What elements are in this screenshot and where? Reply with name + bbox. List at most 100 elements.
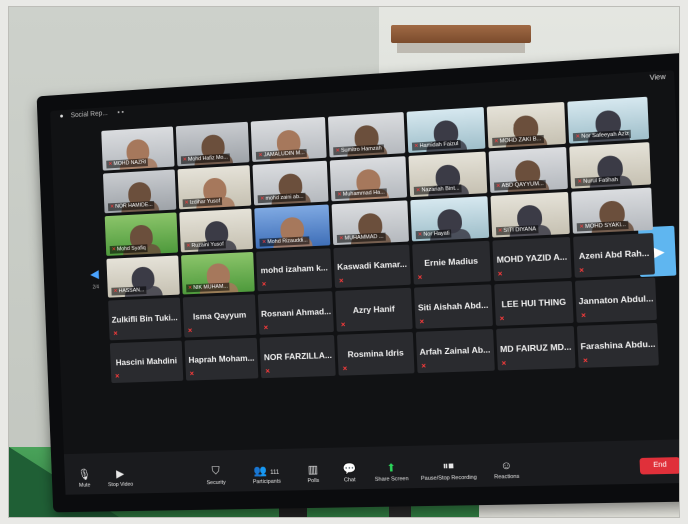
participant-video-tile[interactable]: ✕Hamidah Faizul (406, 106, 485, 153)
muted-mic-icon: ✕ (501, 361, 507, 368)
security-button[interactable]: ⛉ Security (206, 465, 226, 486)
participant-name: NOR FARZILLA... (263, 349, 333, 362)
participant-video-tile[interactable]: ✕NIK MUHAM... (180, 251, 256, 295)
muted-mic-icon: ✕ (413, 143, 419, 150)
participant-name: MOHD YAZID A... (496, 251, 568, 265)
participant-name-tile[interactable]: Isma Qayyum ✕ (182, 294, 257, 338)
participant-name: Arfah Zainal Ab... (419, 344, 491, 357)
participant-name-tile[interactable]: Arfah Zainal Ab... ✕ (415, 329, 495, 374)
participant-name-tile[interactable]: Hascini Mahdini ✕ (109, 340, 184, 384)
participant-name-tile[interactable]: Siti Aishah Abd... ✕ (413, 284, 493, 330)
muted-mic-icon: ✕ (111, 246, 117, 253)
muted-mic-icon: ✕ (261, 238, 267, 246)
participant-name-tile[interactable]: Farashina Abdu... ✕ (577, 323, 659, 369)
participant-name-tile[interactable]: Zulkifli Bin Tuki... ✕ (108, 297, 182, 341)
participant-name-tile[interactable]: Jannaton Abdul... ✕ (575, 277, 657, 324)
mic-icon: 🎙 (77, 469, 92, 481)
muted-mic-icon: ✕ (421, 363, 427, 371)
participant-name: Mohd Syafiq (116, 244, 146, 253)
muted-mic-icon: ✕ (187, 328, 193, 335)
participant-video-tile[interactable]: ✕Mohd Rizauddi... (254, 204, 331, 249)
participant-video-tile[interactable]: ✕MOHD SYAKI... (571, 187, 654, 234)
muted-mic-icon: ✕ (265, 369, 271, 376)
participant-video-tile[interactable]: ✕Izdihar Yusof (177, 164, 252, 210)
shield-icon: ⛉ (211, 465, 220, 478)
stop-video-button[interactable]: ▶ Stop Video (107, 467, 133, 488)
participant-name: MOHD ZAKI B... (499, 135, 542, 145)
muted-mic-icon: ✕ (261, 282, 267, 289)
muted-mic-icon: ✕ (577, 178, 583, 185)
participant-video-tile[interactable]: ✕SITI DIYANA (490, 191, 571, 238)
participant-video-tile[interactable]: ✕Sumitro Hamzah (328, 111, 406, 158)
wall-shelf (391, 25, 531, 43)
muted-mic-icon: ✕ (113, 331, 119, 338)
participant-name-tile[interactable]: mohd izaham k... ✕ (256, 247, 333, 292)
view-button[interactable]: View (649, 74, 665, 82)
participant-name-tile[interactable]: NOR FARZILLA... ✕ (260, 335, 336, 379)
participant-name-tile[interactable]: Rosmina Idris ✕ (337, 332, 415, 376)
video-icon: ▶ (116, 468, 125, 481)
participant-video-tile[interactable]: ✕Mohd Syafiq (104, 212, 178, 256)
participant-name: Farashina Abdu... (580, 338, 656, 352)
end-meeting-button[interactable]: End (639, 457, 679, 475)
participant-name: Nurul Fatihah (583, 176, 619, 185)
participant-video-tile[interactable]: ✕MOHD ZAKI B... (486, 101, 567, 149)
muted-mic-icon: ✕ (340, 322, 346, 329)
window-controls-icon[interactable]: ▪ ▪ (117, 109, 124, 116)
participant-name-tile[interactable]: Kaswadi Kamar... ✕ (333, 244, 411, 289)
muted-mic-icon: ✕ (187, 285, 193, 292)
muted-mic-icon: ✕ (493, 138, 499, 145)
muted-mic-icon: ✕ (338, 279, 345, 286)
participant-name: MOHD NAZRI (113, 159, 147, 167)
participant-name: HASSAN... (118, 287, 145, 295)
participant-name-tile[interactable]: MD FAIRUZ MD... ✕ (495, 326, 576, 371)
participant-name: Rosmina Idris (347, 347, 404, 360)
polls-button[interactable]: ▥ Polls (307, 463, 319, 484)
participant-video-tile[interactable]: ✕HASSAN... (106, 255, 180, 299)
participant-name-tile[interactable]: Haprah Moham... ✕ (184, 338, 259, 381)
muted-mic-icon: ✕ (342, 366, 348, 373)
participant-name: Isma Qayyum (192, 309, 247, 322)
muted-mic-icon: ✕ (263, 325, 269, 332)
participant-name: Siti Aishah Abd... (417, 299, 489, 313)
prev-page-button[interactable]: ◀ (90, 267, 99, 281)
participant-name: MD FAIRUZ MD... (499, 341, 572, 354)
participant-video-tile[interactable]: ✕MUHAMMAD ... (331, 200, 409, 245)
participant-name: Haprah Moham... (188, 352, 255, 365)
recording-button[interactable]: ⏸⏹ Pause/Stop Recording (420, 460, 477, 482)
participant-name-tile[interactable]: Azry Hanif ✕ (335, 288, 413, 333)
window-title: Social Rep... (70, 110, 108, 120)
participant-video-tile[interactable]: ✕ABD QAYYUM... (488, 146, 569, 193)
reactions-button[interactable]: ☺ Reactions (493, 460, 519, 481)
participant-name-tile[interactable]: Rosnani Ahmad... ✕ (258, 291, 335, 335)
participant-video-tile[interactable]: ✕JAMALUDIN M... (251, 116, 327, 162)
participant-name: Hascini Mahdini (115, 355, 178, 368)
participant-name-tile[interactable]: Azeni Abd Rah... ✕ (573, 232, 655, 279)
participant-name: Zulkifli Bin Tuki... (111, 312, 178, 325)
participants-button[interactable]: 👥 111 Participants (252, 464, 281, 485)
share-screen-button[interactable]: ⬆ Share Screen (374, 461, 409, 483)
chat-button[interactable]: 💬 Chat (342, 462, 356, 483)
participant-name-tile[interactable]: MOHD YAZID A... ✕ (491, 236, 573, 282)
muted-mic-icon: ✕ (184, 199, 189, 206)
participant-video-tile[interactable]: ✕Muhammad Ha... (329, 156, 407, 202)
participant-video-tile[interactable]: ✕Nor Safeeyah Aziz (567, 96, 650, 144)
participant-video-tile[interactable]: ✕NOR HAMIDE... (102, 169, 177, 214)
participant-video-tile[interactable]: ✕Nor Hayati (410, 195, 489, 241)
participant-name-tile[interactable]: LEE HUI THING ✕ (493, 281, 574, 327)
participant-name: Kaswadi Kamar... (336, 258, 408, 272)
muted-mic-icon: ✕ (108, 161, 113, 168)
participant-video-tile[interactable]: ✕Nurul Fatihah (569, 141, 652, 189)
participant-video-tile[interactable]: ✕Nazariah Bint... (408, 151, 487, 197)
participant-name: Ernie Madius (424, 255, 479, 269)
participant-name: NOR HAMIDE... (115, 201, 153, 210)
mute-button[interactable]: 🎙 Mute (78, 468, 92, 489)
participant-name: Nazariah Bint... (421, 185, 460, 194)
page-indicator: 2/4 (92, 284, 100, 291)
participant-video-tile[interactable]: ✕Mohd Hafiz Mo... (175, 121, 250, 167)
participant-video-tile[interactable]: ✕MOHD NAZRI (101, 126, 175, 171)
participant-name: Sumitro Hamzah (340, 145, 382, 154)
participant-video-tile[interactable]: ✕Ruzaini Yusof (178, 208, 254, 252)
participant-name-tile[interactable]: Ernie Madius ✕ (411, 240, 491, 286)
participant-video-tile[interactable]: ✕mohd zaini ab... (252, 160, 329, 206)
